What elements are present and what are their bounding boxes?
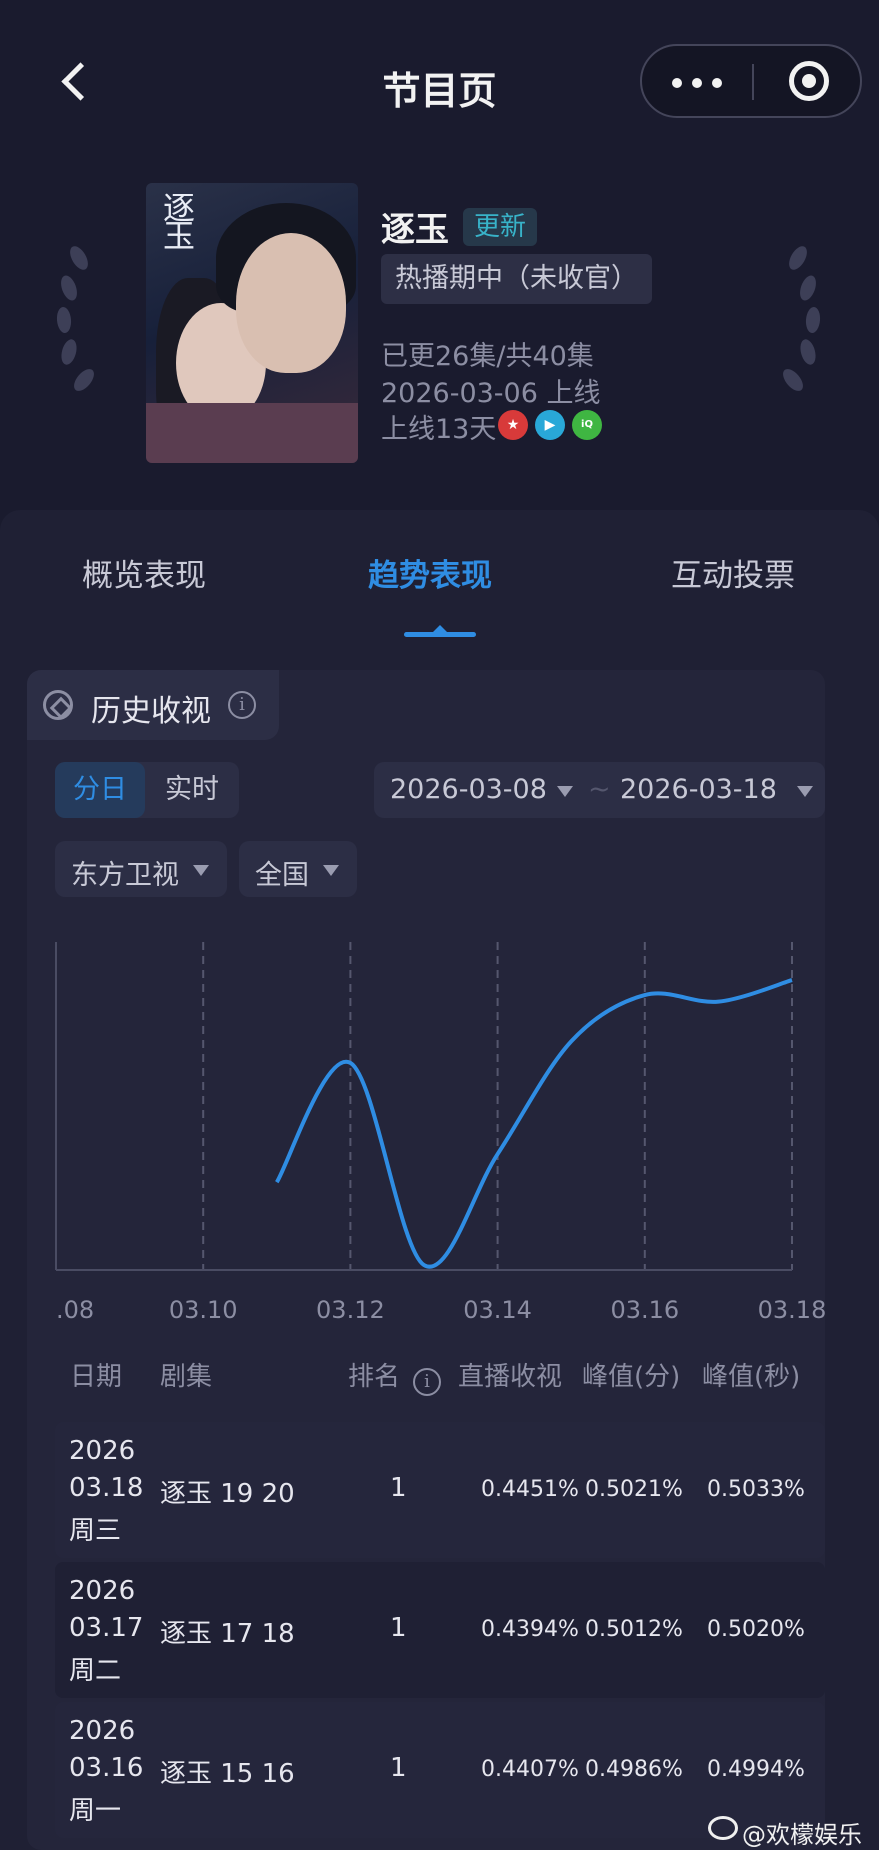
row-weekday: 周二 bbox=[69, 1656, 122, 1686]
table-row[interactable]: 2026 03.18 周三 逐玉 19 20 1 0.4451% 0.5021%… bbox=[55, 1422, 825, 1558]
row-year: 2026 bbox=[69, 1716, 136, 1746]
row-year: 2026 bbox=[69, 1436, 136, 1466]
row-rank: 1 bbox=[390, 1473, 407, 1503]
row-live: 0.4394% bbox=[481, 1617, 579, 1642]
row-weekday: 周一 bbox=[69, 1796, 122, 1826]
x-tick-label: 03.18 bbox=[758, 1296, 827, 1324]
row-rank: 1 bbox=[390, 1753, 407, 1783]
col-peak-sec: 峰值(秒) bbox=[702, 1362, 801, 1392]
rank-info-icon[interactable]: i bbox=[413, 1368, 441, 1396]
series-line bbox=[275, 978, 793, 1269]
row-peak-min: 0.5012% bbox=[585, 1617, 683, 1642]
row-peak-sec: 0.4994% bbox=[707, 1757, 805, 1782]
weibo-icon bbox=[708, 1816, 738, 1840]
row-live: 0.4451% bbox=[481, 1477, 579, 1502]
row-date: 03.17 bbox=[69, 1613, 144, 1643]
row-episode: 逐玉 19 20 bbox=[160, 1479, 295, 1509]
table-row[interactable]: 2026 03.17 周二 逐玉 17 18 1 0.4394% 0.5012%… bbox=[55, 1562, 825, 1698]
row-peak-sec: 0.5033% bbox=[707, 1477, 805, 1502]
row-episode: 逐玉 17 18 bbox=[160, 1619, 295, 1649]
col-date: 日期 bbox=[70, 1362, 123, 1392]
row-weekday: 周三 bbox=[69, 1516, 122, 1546]
x-tick-label: .08 bbox=[56, 1296, 94, 1324]
x-tick-label: 03.14 bbox=[463, 1296, 532, 1324]
x-tick-label: 03.12 bbox=[316, 1296, 385, 1324]
ratings-line-chart: .08 03.10 03.12 03.14 03.16 03.18 bbox=[55, 942, 827, 1324]
row-year: 2026 bbox=[69, 1576, 136, 1606]
row-peak-sec: 0.5020% bbox=[707, 1617, 805, 1642]
col-peak-min: 峰值(分) bbox=[582, 1362, 681, 1392]
col-live: 直播收视 bbox=[458, 1362, 563, 1392]
x-tick-label: 03.10 bbox=[169, 1296, 238, 1324]
row-episode: 逐玉 15 16 bbox=[160, 1759, 295, 1789]
col-rank: 排名 bbox=[348, 1362, 401, 1392]
row-live: 0.4407% bbox=[481, 1757, 579, 1782]
row-date: 03.16 bbox=[69, 1753, 144, 1783]
x-tick-label: 03.16 bbox=[610, 1296, 679, 1324]
row-peak-min: 0.5021% bbox=[585, 1477, 683, 1502]
col-episode: 剧集 bbox=[160, 1362, 213, 1392]
row-rank: 1 bbox=[390, 1613, 407, 1643]
watermark: @欢檬娱乐 bbox=[742, 1821, 862, 1849]
row-peak-min: 0.4986% bbox=[585, 1757, 683, 1782]
table-row[interactable]: 2026 03.16 周一 逐玉 15 16 1 0.4407% 0.4986%… bbox=[55, 1702, 825, 1838]
row-date: 03.18 bbox=[69, 1473, 144, 1503]
